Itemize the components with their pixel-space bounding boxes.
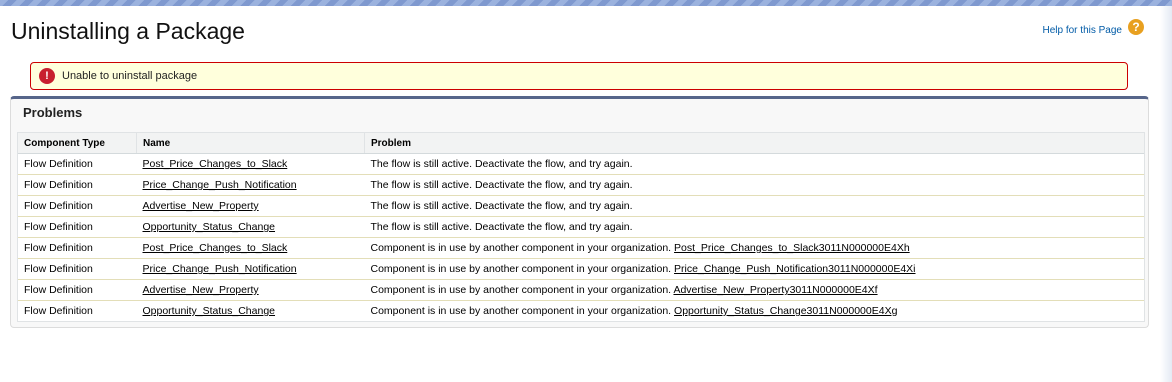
table-row: Flow Definition Post_Price_Changes_to_Sla… [18,153,1144,175]
cell-name: Post_Price_Changes_to_Slack [136,153,365,175]
problems-table: Component Type Name Problem Flow Definit… [18,133,1144,321]
cell-problem: Component is in use by another component… [364,279,1144,301]
component-name-link[interactable]: Price_Change_Push_Notification [143,179,297,191]
top-decorative-band [0,0,1172,6]
cell-component-type: Flow Definition [18,237,137,259]
problems-table-wrap: Component Type Name Problem Flow Definit… [17,132,1145,322]
cell-component-type: Flow Definition [18,153,137,175]
column-header-component-type: Component Type [18,133,137,154]
cell-problem: Component is in use by another component… [364,258,1144,280]
problem-text: The flow is still active. Deactivate the… [370,158,633,170]
cell-name: Advertise_New_Property [136,195,365,217]
referencing-component-link[interactable]: Advertise_New_Property3011N000000E4Xf [673,284,877,296]
error-message: Unable to uninstall package [62,70,198,82]
problem-text: Component is in use by another component… [370,242,672,254]
table-row: Flow Definition Price_Change_Push_Notific… [18,258,1144,280]
table-row: Flow Definition Advertise_New_Property Com… [18,279,1144,301]
cell-component-type: Flow Definition [18,174,137,196]
component-name-link[interactable]: Advertise_New_Property [143,284,259,296]
problem-text: Component is in use by another component… [370,284,672,296]
cell-component-type: Flow Definition [18,195,137,217]
cell-problem: The flow is still active. Deactivate the… [364,195,1144,217]
help-link[interactable]: Help for this Page [1043,25,1123,36]
cell-problem: The flow is still active. Deactivate the… [364,216,1144,238]
cell-problem: The flow is still active. Deactivate the… [364,174,1144,196]
cell-name: Price_Change_Push_Notification [136,258,365,280]
cell-name: Price_Change_Push_Notification [136,174,365,196]
referencing-component-link[interactable]: Opportunity_Status_Change3011N000000E4Xg [674,305,897,317]
help-icon[interactable]: ? [1128,19,1144,35]
page-title: Uninstalling a Package [11,18,245,44]
table-row: Flow Definition Opportunity_Status_Change… [18,216,1144,238]
table-row: Flow Definition Post_Price_Changes_to_Sla… [18,237,1144,259]
table-row: Flow Definition Price_Change_Push_Notific… [18,174,1144,196]
cell-component-type: Flow Definition [18,279,137,301]
cell-component-type: Flow Definition [18,258,137,280]
cell-name: Post_Price_Changes_to_Slack [136,237,365,259]
error-banner: ! Unable to uninstall package [30,62,1128,90]
problems-panel: Problems Component Type Name Problem Flo… [10,96,1149,328]
cell-component-type: Flow Definition [24,305,93,317]
problem-text: The flow is still active. Deactivate the… [370,221,633,233]
component-name-link[interactable]: Post_Price_Changes_to_Slack [143,242,288,254]
component-name-link[interactable]: Post_Price_Changes_to_Slack [143,158,288,170]
problems-title: Problems [23,105,83,120]
problem-text: The flow is still active. Deactivate the… [370,179,633,191]
error-icon: ! [39,68,55,84]
component-name-link[interactable]: Opportunity_Status_Change [143,221,276,233]
table-row: Flow Definition Advertise_New_Property The… [18,195,1144,217]
cell-name: Opportunity_Status_Change [137,301,365,322]
problem-text: Component is in use by another component… [370,263,672,275]
referencing-component-link[interactable]: Price_Change_Push_Notification3011N00000… [674,263,915,275]
cell-problem: Component is in use by another component… [364,237,1144,259]
component-name-link[interactable]: Opportunity_Status_Change [143,305,276,317]
problem-text: The flow is still active. Deactivate the… [370,200,633,212]
column-header-problem: Problem [364,133,1144,154]
problem-text: Component is in use by another component… [370,305,672,317]
column-header-name: Name [136,133,365,154]
component-name-link[interactable]: Price_Change_Push_Notification [143,263,297,275]
cell-problem: Component is in use by another component… [365,301,1145,322]
cell-problem: The flow is still active. Deactivate the… [364,153,1144,175]
table-header-row: Component Type Name Problem [18,133,1144,154]
right-scroll-shade [1160,6,1172,382]
component-name-link[interactable]: Advertise_New_Property [143,200,259,212]
referencing-component-link[interactable]: Post_Price_Changes_to_Slack3011N000000E4… [674,242,910,254]
cell-name: Opportunity_Status_Change [136,216,365,238]
cell-name: Advertise_New_Property [136,279,365,301]
cell-component-type: Flow Definition [18,216,137,238]
table-row: Flow Definition Opportunity_Status_Change… [18,301,1144,322]
